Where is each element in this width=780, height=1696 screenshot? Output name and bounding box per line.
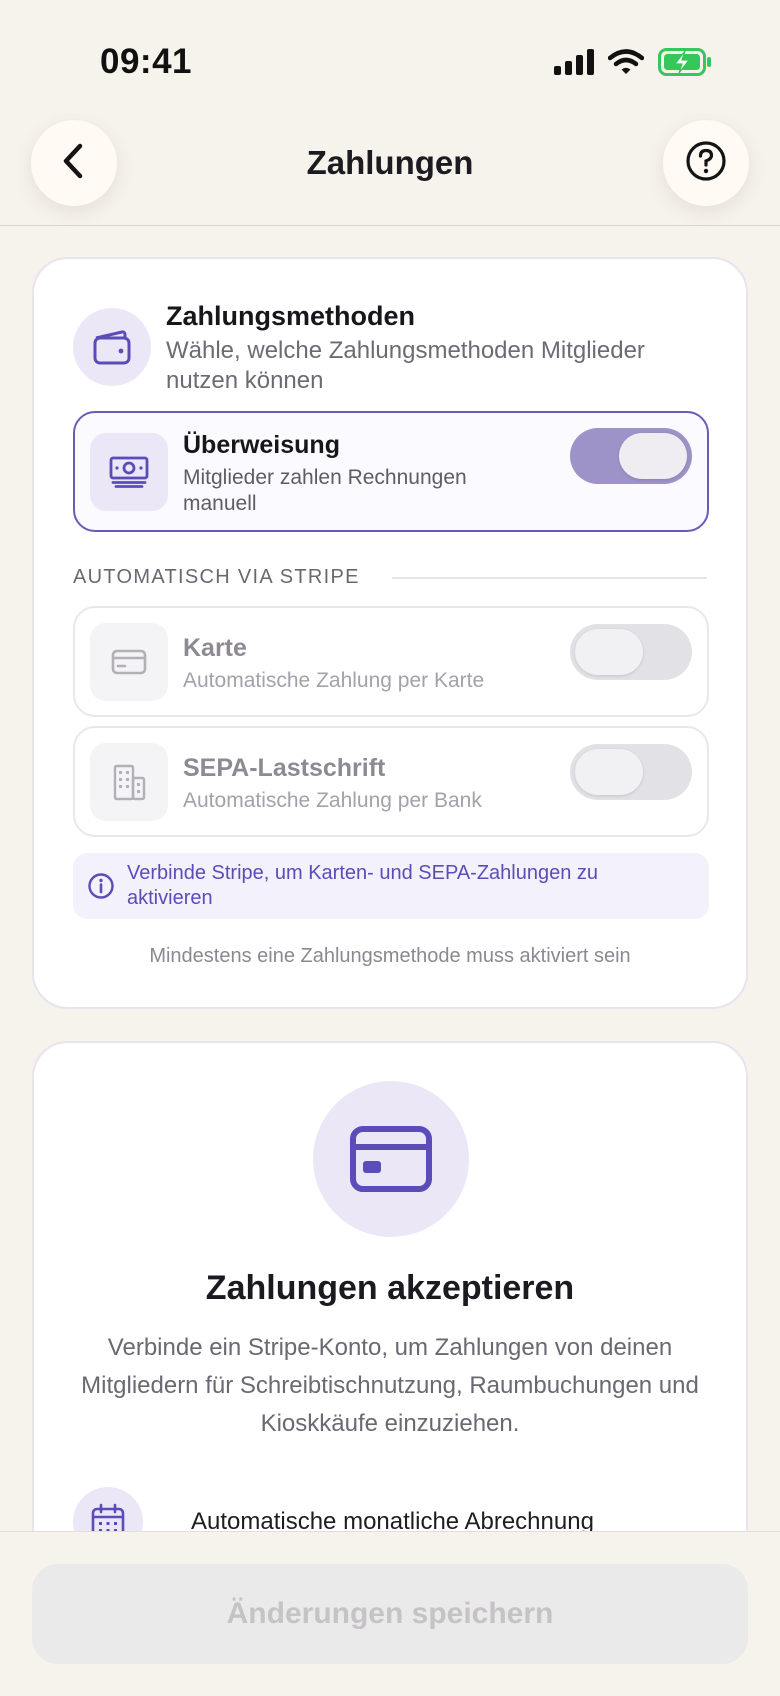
section-subtitle: Wähle, welche Zahlungsmethoden Mitgliede…	[166, 337, 645, 394]
wallet-icon	[73, 308, 151, 386]
help-circle-icon	[685, 140, 727, 187]
transfer-toggle[interactable]	[570, 428, 692, 484]
method-subtitle: Automatische Zahlung per Bank	[183, 789, 482, 812]
toggle-knob	[575, 629, 643, 675]
method-row-card[interactable]: Karte Automatische Zahlung per Karte	[73, 606, 709, 717]
toggle-knob	[575, 749, 643, 795]
stripe-section-label: AUTOMATISCH VIA STRIPE	[73, 566, 360, 588]
info-icon	[87, 872, 115, 905]
method-subtitle: Automatische Zahlung per Karte	[183, 669, 485, 692]
method-row-transfer[interactable]: Überweisung Mitglieder zahlen Rechnungen…	[73, 411, 709, 532]
method-title: Karte	[183, 634, 247, 662]
divider	[392, 577, 707, 579]
method-title: Überweisung	[183, 431, 340, 459]
method-subtitle: Mitglieder zahlen Rechnungen manuell	[183, 466, 467, 515]
toggle-knob	[619, 433, 687, 479]
banknote-icon	[90, 433, 168, 511]
payment-methods-card: Zahlungsmethoden Wähle, welche Zahlungsm…	[32, 257, 748, 1009]
credit-card-icon	[90, 623, 168, 701]
building-icon	[90, 743, 168, 821]
credit-card-icon	[313, 1081, 469, 1237]
bottom-bar: Änderungen speichern	[0, 1531, 780, 1696]
card-toggle[interactable]	[570, 624, 692, 680]
wifi-icon	[607, 49, 645, 80]
accept-description: Verbinde ein Stripe-Konto, um Zahlungen …	[81, 1334, 699, 1437]
method-row-sepa[interactable]: SEPA-Lastschrift Automatische Zahlung pe…	[73, 726, 709, 837]
header: Zahlungen	[0, 110, 780, 226]
section-title: Zahlungsmethoden	[166, 301, 415, 331]
save-button[interactable]: Änderungen speichern	[32, 1564, 748, 1664]
stripe-info-box: Verbinde Stripe, um Karten- und SEPA-Zah…	[73, 853, 709, 919]
status-time: 09:41	[100, 42, 193, 81]
info-text: Verbinde Stripe, um Karten- und SEPA-Zah…	[127, 862, 599, 909]
signal-icon	[554, 49, 594, 80]
battery-charging-icon	[658, 48, 712, 81]
status-icons	[554, 48, 712, 81]
status-bar: 09:41	[0, 0, 780, 110]
min-method-note: Mindestens eine Zahlungsmethode muss akt…	[149, 945, 631, 967]
accept-title: Zahlungen akzeptieren	[205, 1269, 575, 1307]
sepa-toggle[interactable]	[570, 744, 692, 800]
method-title: SEPA-Lastschrift	[183, 754, 386, 782]
help-button[interactable]	[663, 120, 749, 206]
